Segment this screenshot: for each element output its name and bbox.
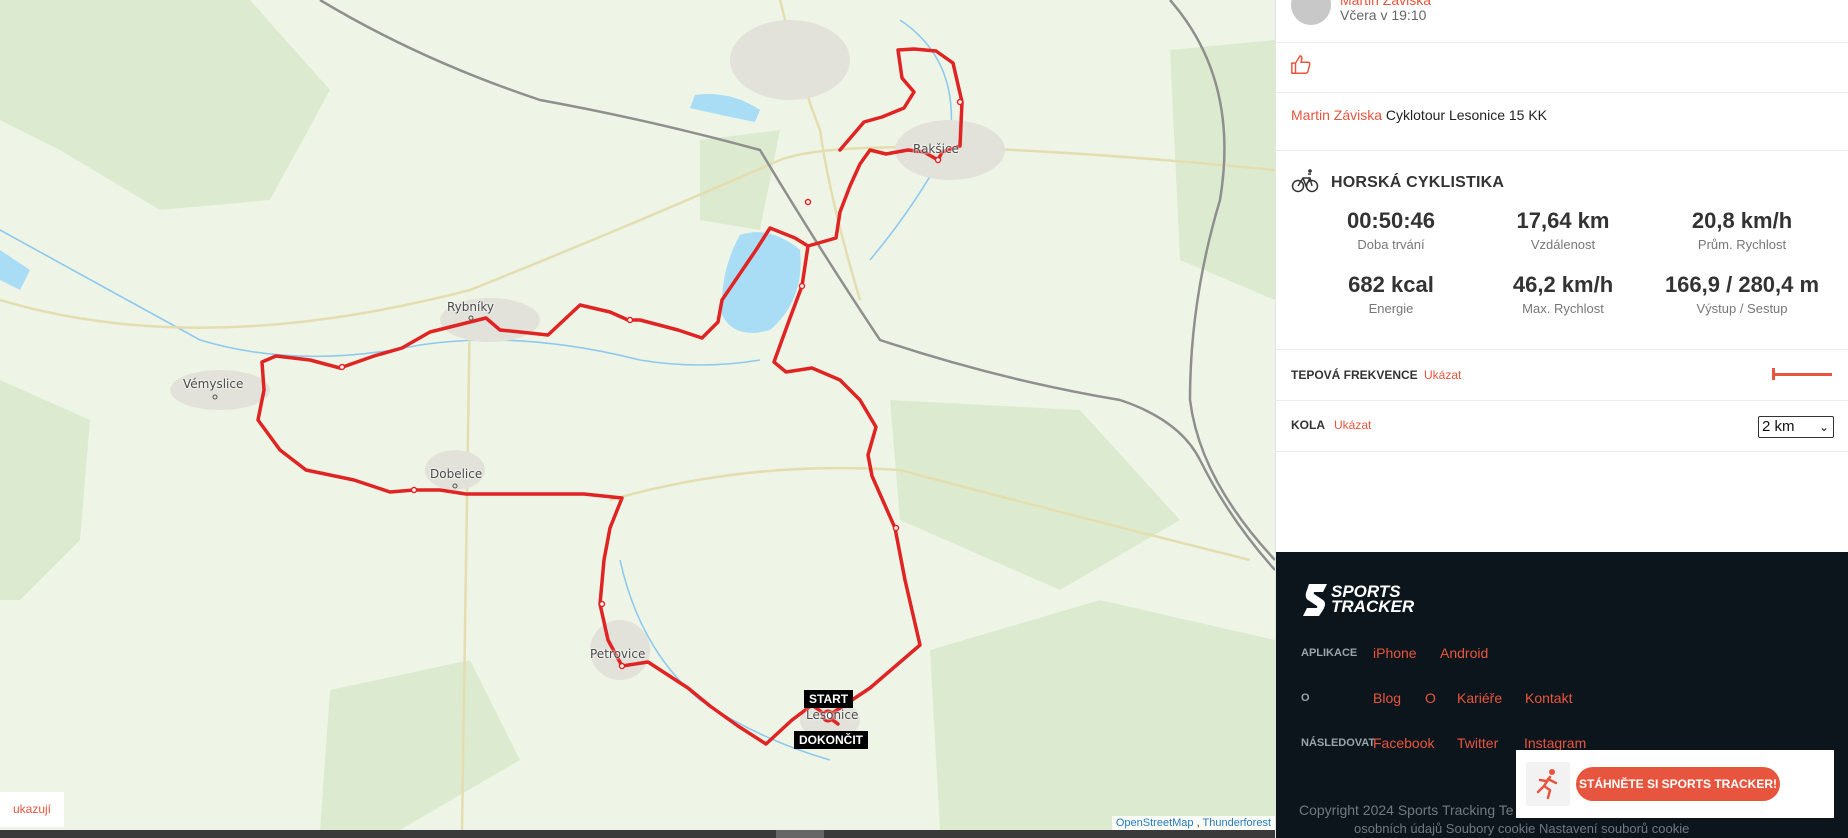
finish-label: DOKONČIT	[794, 731, 868, 749]
heart-rate-row: TEPOVÁ FREKVENCE Ukázat	[1276, 349, 1848, 401]
logo-line-2: TRACKER	[1331, 597, 1415, 616]
show-toggle[interactable]: ukazují	[0, 792, 64, 827]
pond	[690, 94, 760, 122]
route-map[interactable]: Rakšice Rybníky Vémyslice Dobelice Petro…	[0, 0, 1275, 830]
stream	[0, 229, 761, 366]
stat-label: Vzdálenost	[1530, 237, 1596, 252]
activity-title: Martin Záviska Cyklotour Lesonice 15 KK	[1291, 107, 1547, 123]
thumbs-up-icon[interactable]	[1290, 54, 1312, 76]
stat-distance: 17,64 km Vzdálenost	[1473, 208, 1653, 252]
title-author-link[interactable]: Martin Záviska	[1291, 107, 1382, 123]
heart-rate-show-link[interactable]: Ukázat	[1424, 368, 1461, 382]
laps-label: KOLA	[1291, 418, 1325, 432]
contact-link[interactable]: Kontakt	[1525, 690, 1572, 706]
waypoint-marker	[934, 156, 942, 164]
place-label: Petrovice	[590, 647, 646, 661]
follow-label: NÁSLEDOVAT	[1301, 737, 1376, 749]
thunderforest-link[interactable]: Thunderforest	[1203, 817, 1271, 829]
waypoint-marker	[338, 363, 346, 371]
stream	[619, 559, 831, 761]
iphone-link[interactable]: iPhone	[1373, 645, 1417, 661]
lap-distance-value: 2 km	[1762, 418, 1795, 435]
map-canvas	[0, 0, 1275, 830]
about-link[interactable]: O	[1425, 690, 1436, 706]
stat-value: 166,9 / 280,4 m	[1664, 272, 1820, 297]
stat-avg-speed: 20,8 km/h Prům. Rychlost	[1652, 208, 1832, 252]
runner-icon	[1526, 762, 1570, 806]
waypoint-marker	[956, 98, 964, 106]
careers-link[interactable]: Kariéře	[1457, 690, 1502, 706]
stat-ascent-descent: 166,9 / 280,4 m Výstup / Sestup	[1652, 272, 1832, 316]
title-row: Martin Záviska Cyklotour Lesonice 15 KK	[1276, 92, 1848, 151]
instagram-link[interactable]: Instagram	[1524, 735, 1586, 751]
heart-rate-label: TEPOVÁ FREKVENCE	[1291, 368, 1418, 382]
waypoint-marker	[626, 316, 634, 324]
heart-rate-sparkline[interactable]	[1772, 373, 1832, 376]
mountain-bike-icon	[1291, 169, 1319, 193]
stat-max-speed: 46,2 km/h Max. Rychlost	[1473, 272, 1653, 316]
stat-value: 46,2 km/h	[1512, 272, 1614, 297]
place-label: Vémyslice	[183, 377, 244, 391]
cookie-links[interactable]: osobních údajů Soubory cookie Nastavení …	[1354, 821, 1689, 836]
activity-name: Cyklotour Lesonice 15 KK	[1385, 107, 1548, 123]
place-label: Dobelice	[430, 467, 483, 481]
post-time: Včera v 19:10	[1340, 7, 1427, 23]
stat-label: Energie	[1368, 301, 1414, 316]
stat-value: 17,64 km	[1516, 208, 1610, 233]
waypoint-marker	[618, 662, 626, 670]
place-label: Rybníky	[447, 300, 494, 314]
apps-label: APLIKACE	[1301, 647, 1358, 659]
avatar[interactable]	[1291, 0, 1331, 25]
chevron-down-icon: ⌄	[1818, 420, 1829, 434]
logo-wordmark[interactable]: SPORTS TRACKER	[1331, 583, 1415, 616]
stat-duration: 00:50:46 Doba trvání	[1301, 208, 1481, 252]
attribution-separator: ,	[1196, 817, 1200, 829]
forest-area	[320, 660, 520, 830]
like-row	[1276, 42, 1848, 93]
stat-value: 682 kcal	[1348, 272, 1434, 297]
stat-label: Výstup / Sestup	[1696, 301, 1788, 316]
waypoint-marker	[598, 600, 606, 608]
stat-value: 20,8 km/h	[1691, 208, 1793, 233]
sports-tracker-logo-icon[interactable]	[1301, 582, 1331, 618]
stat-label: Prům. Rychlost	[1697, 237, 1787, 252]
twitter-link[interactable]: Twitter	[1457, 735, 1498, 751]
forest-area	[930, 600, 1275, 830]
place-label: Lesonice	[806, 708, 859, 722]
map-attribution: OpenStreetMap , Thunderforest	[1111, 816, 1275, 830]
waypoint-marker	[892, 524, 900, 532]
facebook-link[interactable]: Facebook	[1373, 735, 1434, 751]
stat-value: 00:50:46	[1346, 208, 1436, 233]
stat-energy: 682 kcal Energie	[1301, 272, 1481, 316]
app-promo-banner: STÁHNĚTE SI SPORTS TRACKER!	[1516, 750, 1834, 818]
stat-label: Max. Rychlost	[1522, 301, 1604, 316]
waypoint-marker	[798, 282, 806, 290]
village-area	[730, 20, 850, 100]
blog-link[interactable]: Blog	[1373, 690, 1401, 706]
stat-label: Doba trvání	[1357, 237, 1425, 252]
waypoint-marker	[410, 486, 418, 494]
waypoint-marker	[804, 198, 812, 206]
copyright: Copyright 2024 Sports Tracking Te	[1299, 802, 1514, 818]
forest-area	[0, 0, 330, 210]
forest-area	[890, 400, 1180, 590]
footer: SPORTS TRACKER APLIKACE iPhone Android O…	[1276, 552, 1848, 838]
start-label: START	[804, 690, 854, 708]
place-label: Rakšice	[913, 142, 959, 156]
osm-link[interactable]: OpenStreetMap	[1116, 817, 1194, 829]
pond	[0, 250, 30, 290]
about-label: O	[1301, 692, 1310, 704]
post-header: Martin Záviska Včera v 19:10	[1276, 0, 1848, 43]
android-link[interactable]: Android	[1440, 645, 1488, 661]
laps-show-link[interactable]: Ukázat	[1334, 418, 1371, 432]
download-app-button[interactable]: STÁHNĚTE SI SPORTS TRACKER!	[1576, 767, 1780, 801]
forest-area	[0, 380, 90, 600]
sport-type: HORSKÁ CYKLISTIKA	[1331, 174, 1505, 191]
scrollbar-thumb[interactable]	[776, 830, 824, 838]
lap-distance-select[interactable]: 2 km ⌄	[1758, 416, 1834, 438]
activity-panel: Martin Záviska Včera v 19:10 Martin Závi…	[1275, 0, 1848, 838]
